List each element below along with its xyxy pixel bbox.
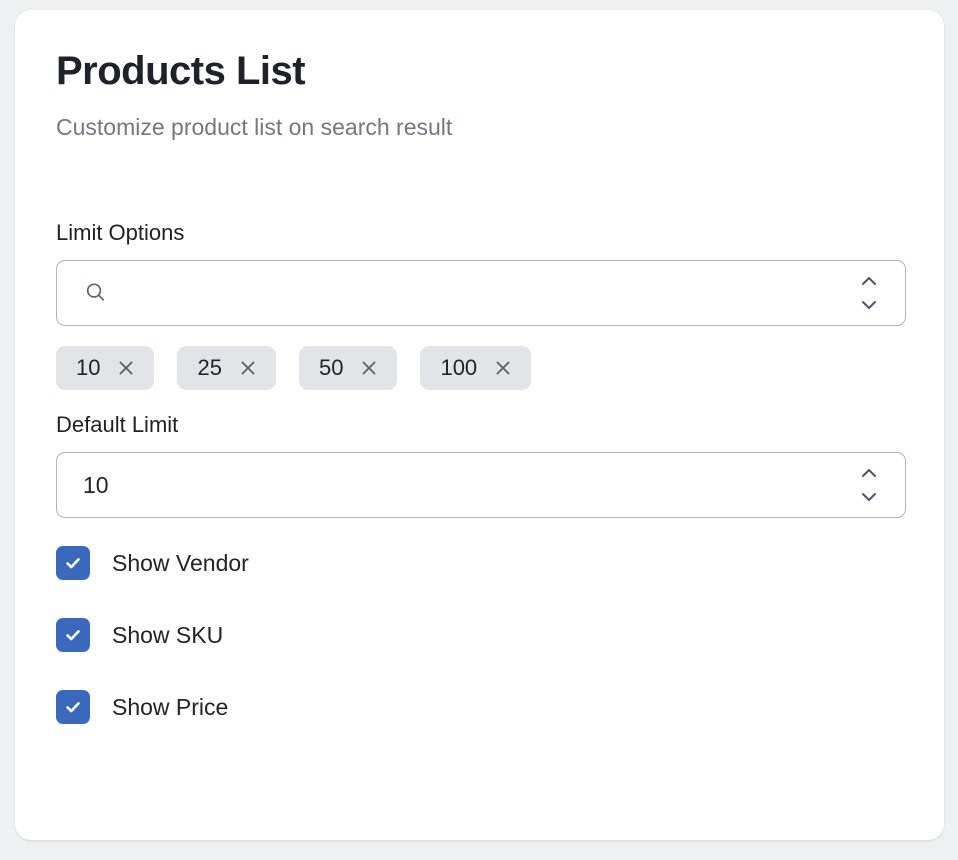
chevron-up-down-icon[interactable] (859, 468, 879, 502)
card-content: Products List Customize product list on … (15, 10, 944, 724)
close-icon[interactable] (493, 358, 513, 378)
chip-label: 100 (440, 357, 477, 379)
close-icon[interactable] (116, 358, 136, 378)
default-limit-value: 10 (83, 474, 109, 497)
limit-options-chip-list: 10 25 (56, 346, 902, 390)
checkbox-show-sku[interactable] (56, 618, 90, 652)
page-title: Products List (56, 48, 902, 94)
checkbox-label: Show Price (112, 696, 228, 719)
chip-label: 50 (319, 357, 343, 379)
close-icon[interactable] (359, 358, 379, 378)
checkbox-show-vendor[interactable] (56, 546, 90, 580)
chip-limit-25[interactable]: 25 (177, 346, 275, 390)
close-icon[interactable] (238, 358, 258, 378)
chip-limit-100[interactable]: 100 (420, 346, 531, 390)
chevron-up-down-icon[interactable] (859, 276, 879, 310)
checkbox-row-show-sku[interactable]: Show SKU (56, 618, 902, 652)
limit-options-field: Limit Options (56, 220, 902, 390)
checkbox-row-show-price[interactable]: Show Price (56, 690, 902, 724)
default-limit-label: Default Limit (56, 412, 902, 438)
checkbox-show-price[interactable] (56, 690, 90, 724)
chip-limit-50[interactable]: 50 (299, 346, 397, 390)
checkbox-row-show-vendor[interactable]: Show Vendor (56, 546, 902, 580)
limit-options-label: Limit Options (56, 220, 902, 246)
checkbox-label: Show SKU (112, 624, 223, 647)
chip-label: 25 (197, 357, 221, 379)
products-list-card: Products List Customize product list on … (15, 10, 944, 840)
display-toggle-list: Show Vendor Show SKU Show Price (56, 546, 902, 724)
limit-options-input[interactable] (56, 260, 906, 326)
chip-label: 10 (76, 357, 100, 379)
page-subtitle: Customize product list on search result (56, 114, 902, 142)
chip-limit-10[interactable]: 10 (56, 346, 154, 390)
default-limit-select[interactable]: 10 (56, 452, 906, 518)
search-icon (83, 281, 107, 305)
default-limit-field: Default Limit 10 (56, 412, 902, 518)
checkbox-label: Show Vendor (112, 552, 249, 575)
check-icon (63, 697, 83, 717)
check-icon (63, 625, 83, 645)
check-icon (63, 553, 83, 573)
